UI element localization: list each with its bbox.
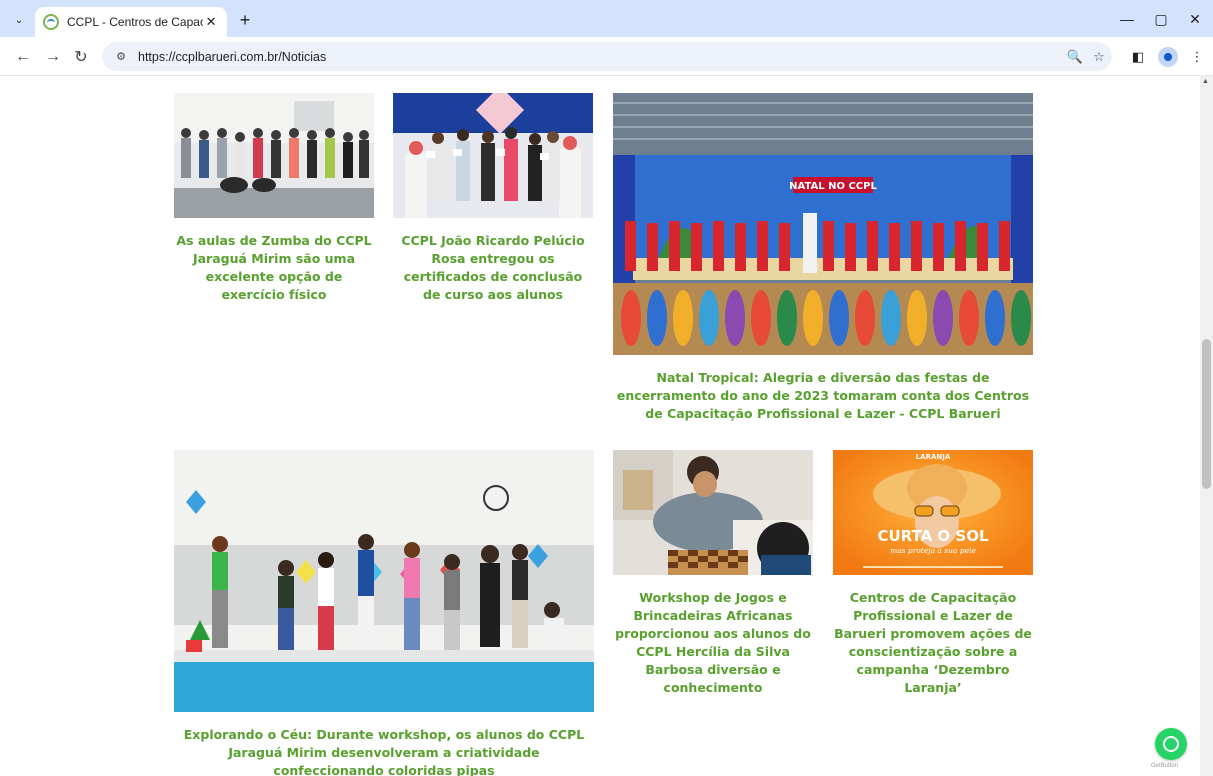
tab-close-icon[interactable]: ✕ [203, 14, 219, 30]
bookmark-star-icon[interactable]: ☆ [1090, 48, 1108, 66]
tab-strip: ⌄ CCPL - Centros de Capacitação ✕ + — ▢ … [0, 0, 1213, 37]
maximize-button[interactable]: ▢ [1146, 8, 1176, 30]
page-content: As aulas de Zumba do CCPL Jaraguá Mirim … [0, 76, 1213, 776]
news-card-laranja[interactable]: LARANJA CURTA O SOL mas proteja a sua pe… [833, 450, 1033, 695]
news-card-pipas[interactable]: Explorando o Céu: Durante workshop, os a… [174, 450, 594, 776]
forward-arrow-icon[interactable]: → [40, 44, 66, 70]
news-caption[interactable]: Workshop de Jogos e Brincadeiras African… [613, 589, 813, 697]
news-caption[interactable]: CCPL João Ricardo Pelúcio Rosa entregou … [393, 232, 593, 304]
whatsapp-chat-button[interactable] [1155, 728, 1187, 760]
side-panel-icon[interactable]: ◧ [1128, 47, 1148, 67]
news-card-jogos[interactable]: Workshop de Jogos e Brincadeiras African… [613, 450, 813, 695]
active-tab[interactable]: CCPL - Centros de Capacitação ✕ [35, 7, 227, 37]
minimize-button[interactable]: — [1112, 8, 1142, 30]
laranja-top-text: LARANJA [916, 453, 951, 461]
news-image-pipas[interactable] [174, 450, 594, 712]
reload-icon[interactable]: ↻ [68, 44, 94, 70]
news-image-natal[interactable]: NATAL NO CCPL [613, 93, 1033, 355]
news-image-jogos[interactable] [613, 450, 813, 575]
news-card-natal[interactable]: NATAL NO CCPL Natal Tropical: Alegria e … [613, 93, 1033, 433]
news-image-zumba[interactable] [174, 93, 374, 218]
close-window-button[interactable]: ✕ [1180, 8, 1210, 30]
news-caption[interactable]: As aulas de Zumba do CCPL Jaraguá Mirim … [174, 232, 374, 304]
curta-o-sol-subtitle: mas proteja a sua pele [890, 546, 976, 555]
profile-avatar-icon[interactable] [1158, 47, 1178, 67]
site-favicon-icon [43, 14, 59, 30]
new-tab-button[interactable]: + [233, 8, 257, 32]
news-card-certificados[interactable]: CCPL João Ricardo Pelúcio Rosa entregou … [393, 93, 593, 313]
browser-toolbar: ← → ↻ ⚙ https://ccplbarueri.com.br/Notic… [0, 37, 1213, 76]
whatsapp-icon [1163, 736, 1179, 752]
curta-o-sol-title: CURTA O SOL [877, 527, 988, 545]
natal-banner-text: NATAL NO CCPL [789, 181, 877, 192]
zoom-icon[interactable]: 🔍 [1066, 48, 1084, 66]
news-caption[interactable]: Explorando o Céu: Durante workshop, os a… [174, 726, 594, 776]
news-image-laranja[interactable]: LARANJA CURTA O SOL mas proteja a sua pe… [833, 450, 1033, 575]
tab-search-chevron-icon[interactable]: ⌄ [8, 9, 30, 31]
getbutton-credit[interactable]: GetButton [1151, 763, 1178, 769]
scroll-up-arrow-icon[interactable]: ▲ [1202, 78, 1210, 85]
news-image-certificados[interactable] [393, 93, 593, 218]
url-text[interactable]: https://ccplbarueri.com.br/Noticias [138, 50, 326, 64]
site-info-icon[interactable]: ⚙ [112, 48, 130, 66]
more-menu-icon[interactable]: ⋮ [1187, 47, 1207, 67]
address-bar[interactable]: ⚙ https://ccplbarueri.com.br/Noticias 🔍 … [102, 42, 1112, 71]
scrollbar-thumb[interactable] [1202, 339, 1211, 489]
tab-title: CCPL - Centros de Capacitação [67, 15, 204, 29]
news-caption[interactable]: Natal Tropical: Alegria e diversão das f… [613, 369, 1033, 423]
news-card-zumba[interactable]: As aulas de Zumba do CCPL Jaraguá Mirim … [174, 93, 374, 313]
back-arrow-icon[interactable]: ← [10, 44, 36, 70]
news-caption[interactable]: Centros de Capacitação Profissional e La… [833, 589, 1033, 697]
